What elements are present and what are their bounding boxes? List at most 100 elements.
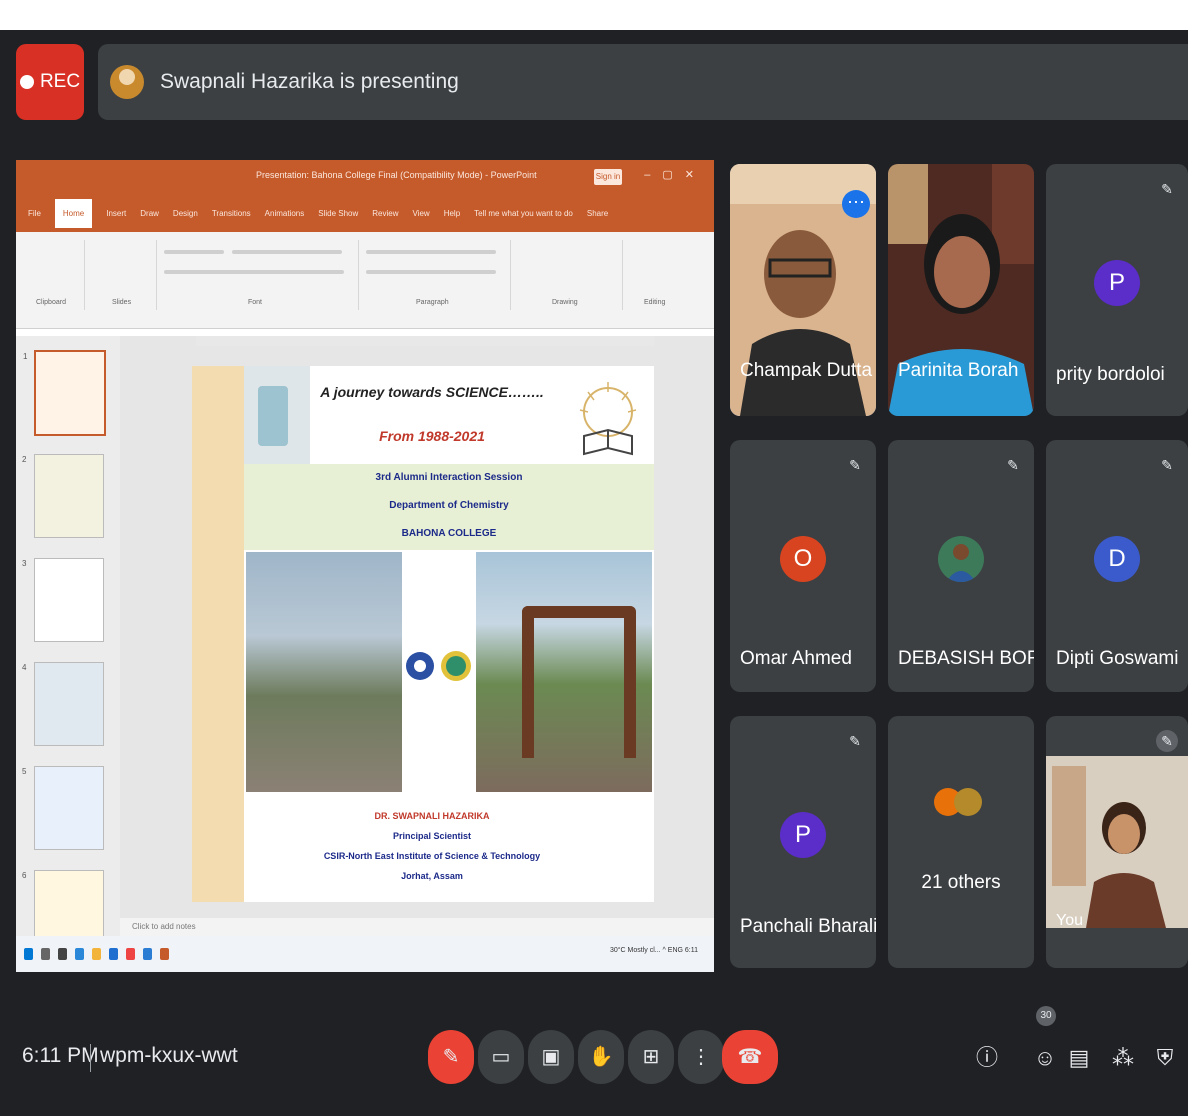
menu-design: Design [172,208,198,218]
time-separator [90,1044,91,1072]
more-options-button[interactable]: ⋮ [678,1030,724,1084]
participant-tile-champak[interactable]: ⋯ Champak Dutta [730,164,876,416]
taskview-icon [58,948,67,960]
ruler [196,336,654,346]
mic-off-icon: ✎ [1156,730,1178,752]
menu-slideshow: Slide Show [318,208,359,218]
participant-name: You [1056,912,1083,929]
participant-name: Parinita Borah [898,360,1019,381]
avatar-dipti: D [1094,536,1140,582]
participant-tile-debasish[interactable]: ✎ DEBASISH BORAH [888,440,1034,692]
slide-thumb-3: 3 [22,558,104,642]
ribbon-group-paragraph: Paragraph [360,240,511,310]
powerpoint-menubar: File Home Insert Draw Design Transitions… [16,194,714,232]
present-icon: ⊞ [642,1046,660,1068]
participant-tile-prity[interactable]: ✎ P prity bordoloi [1046,164,1188,416]
host-controls-button[interactable]: ⛨ [1150,1040,1180,1076]
powerpoint-ribbon: Clipboard Slides Font Paragraph Drawing … [16,232,714,329]
menu-help: Help [443,208,461,218]
participant-name: Dipti Goswami [1056,648,1179,669]
captions-icon: ▣ [541,1046,561,1068]
people-icon: ☺ [1033,1045,1057,1070]
raise-hand-icon: ✋ [588,1046,614,1068]
mic-off-icon: ✎ [1161,457,1173,473]
gate-arch [522,606,636,758]
system-tray: 30°C Mostly cl... ^ ENG 6:11 [609,947,698,954]
slide-heading: A journey towards SCIENCE…….. [320,384,544,400]
slide-institute: CSIR-North East Institute of Science & T… [323,851,541,861]
slide-subheading: From 1988-2021 [379,428,485,444]
present-button[interactable]: ⊞ [628,1030,674,1084]
menu-file: File [28,208,41,218]
institute-logos-icon [406,651,471,681]
participant-count-badge: 30 [1036,1006,1056,1026]
shared-screen[interactable]: Presentation: Bahona College Final (Comp… [16,160,714,972]
current-slide: A journey towards SCIENCE…….. From 1988-… [192,366,654,902]
mic-off-icon: ✎ [849,457,861,473]
slide-thumb-4: 4 [22,662,104,746]
windows-taskbar: 30°C Mostly cl... ^ ENG 6:11 [16,936,714,972]
end-call-button[interactable]: ☎ [722,1030,778,1084]
meeting-code: wpm-kxux-wwt [100,1044,238,1067]
mic-off-icon: ✎ [442,1046,460,1068]
avatar-omar: O [780,536,826,582]
mic-off-icon: ✎ [1161,181,1173,197]
chat-button[interactable]: ▤ [1064,1040,1094,1076]
mic-off-icon: ✎ [1007,457,1019,473]
top-white-strip [0,0,1188,30]
menu-review: Review [372,208,399,218]
powerpoint-titlebar: Presentation: Bahona College Final (Comp… [16,160,714,194]
others-count: 21 others [921,872,1001,893]
chat-icon: ▤ [1068,1045,1090,1070]
powerpoint-icon [160,948,169,960]
participant-tile-others[interactable]: 21 others [888,716,1034,968]
slide-thumbnail-pane: 1 2 3 4 5 6 [16,336,120,954]
ribbon-group-clipboard: Clipboard [20,240,85,310]
chrome-icon [126,948,135,960]
window-title: Presentation: Bahona College Final (Comp… [256,170,537,180]
meeting-info-button[interactable]: ⓘ [972,1040,1002,1076]
store-icon [109,948,118,960]
participant-tile-you[interactable]: ✎ You [1046,716,1188,968]
participant-tile-omar[interactable]: ✎ O Omar Ahmed [730,440,876,692]
window-controls: –▢✕ [644,169,706,181]
avatar-panchali: P [780,812,826,858]
signin-button: Sign in [594,169,622,185]
group-photo [246,552,402,792]
lab-image [244,366,310,464]
participant-tile-panchali[interactable]: ✎ P Panchali Bharali [730,716,876,968]
participant-tile-dipti[interactable]: ✎ D Dipti Goswami [1046,440,1188,692]
participant-tile-parinita[interactable]: Parinita Borah [888,164,1034,416]
participant-name: prity bordoloi [1056,364,1165,385]
mic-toggle-button[interactable]: ✎ [428,1030,474,1084]
ribbon-group-drawing: Drawing [512,240,623,310]
camera-icon: ▭ [491,1046,511,1068]
participant-name: Omar Ahmed [740,648,852,669]
presenter-avatar [110,65,144,99]
avatar-debasish [938,536,984,582]
participant-name: Champak Dutta [740,360,873,381]
presenting-banner: Swapnali Hazarika is presenting [98,44,1188,120]
menu-insert: Insert [106,208,127,218]
menu-transitions: Transitions [211,208,251,218]
recording-label: REC [39,71,81,92]
ribbon-group-slides: Slides [86,240,157,310]
host-controls-icon: ⛨ [1156,1045,1174,1070]
avatar-prity: P [1094,260,1140,306]
record-dot-icon [19,75,34,89]
camera-toggle-button[interactable]: ▭ [478,1030,524,1084]
people-button[interactable]: ☺ [1030,1040,1060,1076]
activities-button[interactable]: ⁂ [1108,1040,1138,1076]
more-options-icon[interactable]: ⋯ [842,190,870,218]
slide-side-band [192,366,244,902]
slide-speaker: DR. SWAPNALI HAZARIKA [374,811,490,821]
menu-home: Home [54,198,93,228]
slide-designation: Principal Scientist [392,831,472,841]
recording-badge: REC [16,44,84,120]
raise-hand-button[interactable]: ✋ [578,1030,624,1084]
end-call-icon: ☎ [737,1046,763,1068]
captions-button[interactable]: ▣ [528,1030,574,1084]
menu-animations: Animations [264,208,305,218]
slide-session: 3rd Alumni Interaction Session [375,472,523,483]
info-icon: ⓘ [975,1045,998,1070]
